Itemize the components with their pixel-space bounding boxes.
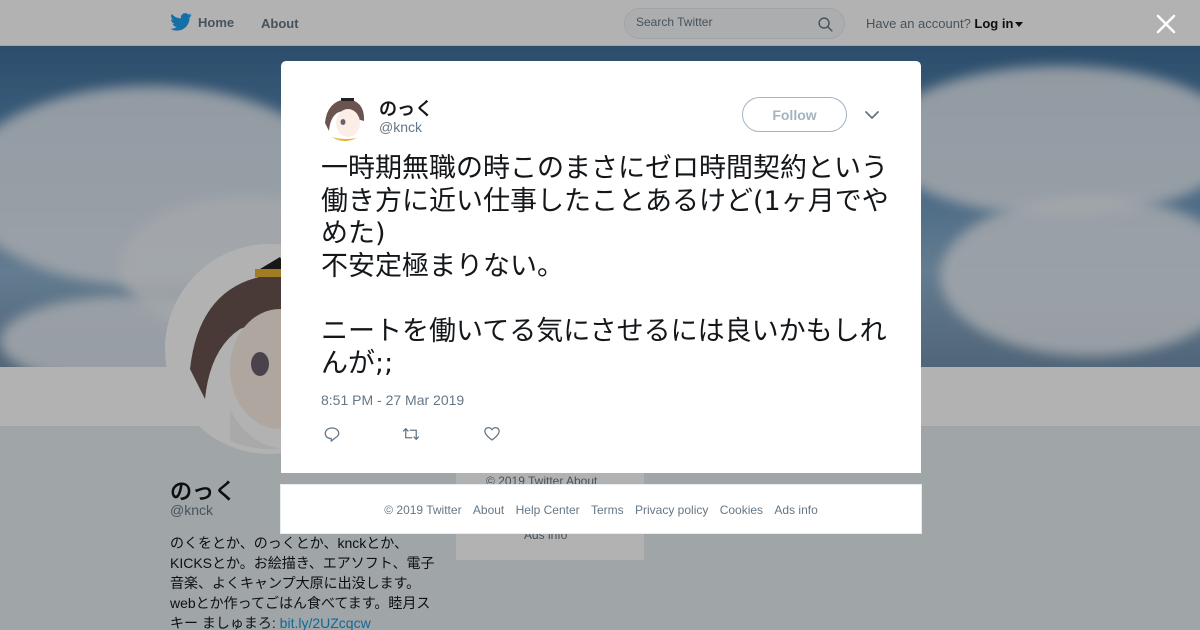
tweet-author-handle[interactable]: @knck [379,119,422,135]
chevron-down-icon[interactable] [864,109,880,121]
tweet-modal: のっく @knck Follow 一時期無職の時このまさにゼロ時間契約という働き… [281,61,921,473]
footer-terms-link[interactable]: Terms [591,503,624,517]
close-icon[interactable] [1154,12,1178,36]
footer-ads-link[interactable]: Ads info [774,503,817,517]
footer-cookies-link[interactable]: Cookies [720,503,763,517]
retweet-icon[interactable] [402,425,420,443]
reply-icon[interactable] [323,425,341,443]
tweet-timestamp[interactable]: 8:51 PM - 27 Mar 2019 [321,392,464,408]
follow-button[interactable]: Follow [742,97,847,132]
heart-icon[interactable] [483,425,501,443]
tweet-text: 一時期無職の時このまさにゼロ時間契約という働き方に近い仕事したことあるけど(1ヶ… [321,153,889,379]
tweet-author-avatar[interactable] [321,93,369,141]
tweet-author-name[interactable]: のっく [379,95,433,121]
footer-copyright: © 2019 Twitter [384,503,462,517]
footer-help-link[interactable]: Help Center [516,503,580,517]
footer-links: © 2019 Twitter About Help Center Terms P… [281,503,921,517]
footer-privacy-link[interactable]: Privacy policy [635,503,708,517]
modal-footer: © 2019 Twitter About Help Center Terms P… [280,484,922,534]
avatar-illustration [321,93,369,141]
footer-about-link[interactable]: About [473,503,504,517]
